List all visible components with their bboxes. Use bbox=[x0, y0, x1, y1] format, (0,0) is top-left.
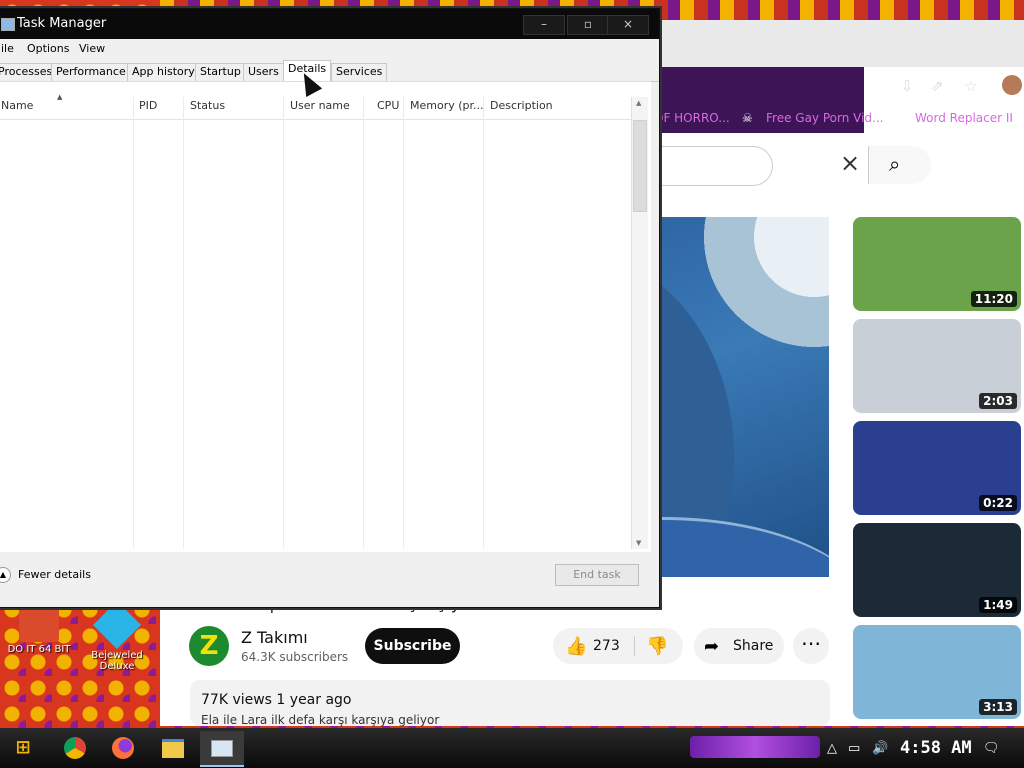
file-explorer-taskbar-icon[interactable] bbox=[156, 731, 190, 765]
process-list bbox=[0, 81, 651, 552]
video-duration: 3:13 bbox=[979, 699, 1017, 715]
recommended-video-thumbnail[interactable]: 0:22 bbox=[853, 421, 1021, 515]
search-button[interactable]: ⌕ bbox=[868, 146, 931, 184]
tab-performance[interactable]: Performance bbox=[51, 63, 131, 81]
description-text: Ela ile Lara ilk defa karşı karşıya geli… bbox=[201, 713, 440, 727]
subscribe-button[interactable]: Subscribe bbox=[365, 628, 460, 664]
like-count: 273 bbox=[593, 638, 620, 654]
network-icon[interactable]: ▭ bbox=[848, 741, 860, 756]
video-duration: 11:20 bbox=[970, 291, 1017, 307]
column-divider[interactable] bbox=[363, 97, 364, 549]
tab-processes[interactable]: Processes bbox=[0, 63, 58, 81]
channel-avatar[interactable]: Z bbox=[189, 626, 229, 666]
video-duration: 2:03 bbox=[979, 393, 1017, 409]
bookmark-icon: ☠ bbox=[742, 111, 753, 125]
tab-app-history[interactable]: App history bbox=[127, 63, 200, 81]
maximize-button[interactable]: ▫ bbox=[567, 15, 609, 35]
end-task-button[interactable]: End task bbox=[555, 564, 639, 586]
firefox-taskbar-icon[interactable] bbox=[106, 731, 140, 765]
bookmark-icon: WR bbox=[892, 113, 908, 123]
tab-services[interactable]: Services bbox=[331, 63, 388, 81]
divider bbox=[634, 636, 635, 656]
channel-subscriber-count: 64.3K subscribers bbox=[241, 650, 349, 664]
view-stats: 77K views 1 year ago bbox=[201, 692, 352, 708]
task-manager-icon bbox=[1, 18, 15, 31]
search-icon: ⌕ bbox=[889, 152, 901, 176]
bookmark-item[interactable]: Free Gay Porn Vid... bbox=[766, 111, 883, 125]
scroll-down-arrow-icon[interactable]: ▼ bbox=[636, 539, 641, 547]
column-header-cpu[interactable]: CPU bbox=[377, 99, 399, 112]
video-duration: 0:22 bbox=[979, 495, 1017, 511]
scrollbar-thumb[interactable] bbox=[633, 120, 647, 212]
tab-strip: Processes Performance App history Startu… bbox=[0, 59, 659, 82]
install-icon[interactable]: ⇩ bbox=[898, 77, 916, 95]
column-header-name[interactable]: Name bbox=[1, 99, 33, 112]
desktop-icon-label: Bejeweled Deluxe bbox=[91, 650, 143, 672]
column-header-username[interactable]: User name bbox=[290, 99, 350, 112]
window-title: Task Manager bbox=[17, 16, 107, 31]
recommended-video-thumbnail[interactable]: 11:20 bbox=[853, 217, 1021, 311]
menu-bar: ile Options View bbox=[0, 39, 659, 59]
bookmark-star-icon[interactable]: ☆ bbox=[962, 77, 980, 95]
column-header-pid[interactable]: PID bbox=[139, 99, 157, 112]
video-duration: 1:49 bbox=[979, 597, 1017, 613]
minimize-button[interactable]: – bbox=[523, 15, 565, 35]
taskbar-decoration bbox=[690, 736, 820, 758]
column-header-memory[interactable]: Memory (pr... bbox=[410, 99, 484, 112]
clear-icon[interactable]: × bbox=[840, 151, 864, 176]
close-button[interactable]: × bbox=[607, 15, 649, 35]
menu-options[interactable]: Options bbox=[27, 42, 69, 55]
desktop-icon-bejeweled-deluxe[interactable]: Bejeweled Deluxe bbox=[82, 600, 152, 672]
desktop-icon-label: DO IT 64 BIT bbox=[7, 644, 71, 655]
notifications-icon[interactable]: 🗨 bbox=[983, 741, 1000, 756]
scroll-up-arrow-icon[interactable]: ▲ bbox=[636, 99, 641, 107]
chrome-taskbar-icon[interactable] bbox=[58, 731, 92, 765]
app-icon bbox=[19, 604, 59, 642]
fewer-details-link[interactable]: Fewer details bbox=[18, 568, 91, 581]
column-header-row: ▲ Name PID Status User name CPU Memory (… bbox=[0, 93, 637, 120]
taskbar-clock[interactable]: 4:58 AM bbox=[900, 738, 972, 758]
column-divider[interactable] bbox=[133, 97, 134, 549]
sort-arrow-icon: ▲ bbox=[57, 93, 63, 101]
share-label: Share bbox=[733, 638, 774, 654]
task-manager-taskbar-icon[interactable] bbox=[200, 731, 244, 767]
column-header-status[interactable]: Status bbox=[190, 99, 225, 112]
desktop-icon-do-it-64-bit[interactable]: DO IT 64 BIT bbox=[4, 604, 74, 655]
tab-startup[interactable]: Startup bbox=[195, 63, 246, 81]
profile-avatar[interactable] bbox=[1002, 75, 1022, 95]
bookmark-item[interactable]: OF HORRO... bbox=[654, 111, 730, 125]
channel-name[interactable]: Z Takımı bbox=[241, 628, 308, 647]
gem-icon bbox=[92, 600, 142, 650]
column-divider[interactable] bbox=[183, 97, 184, 549]
task-manager-window: Task Manager – ▫ × ile Options View Proc… bbox=[0, 8, 660, 608]
column-divider[interactable] bbox=[483, 97, 484, 549]
thumbs-down-icon[interactable]: 👎 bbox=[646, 636, 668, 657]
share-icon: ➦ bbox=[704, 636, 720, 657]
recommended-video-thumbnail[interactable]: 3:13 bbox=[853, 625, 1021, 719]
bookmark-item[interactable]: Word Replacer II bbox=[915, 111, 1013, 125]
start-button[interactable]: ⊞ bbox=[6, 731, 40, 765]
column-divider[interactable] bbox=[283, 97, 284, 549]
taskbar bbox=[0, 728, 1024, 768]
tab-users[interactable]: Users bbox=[243, 63, 284, 81]
menu-view[interactable]: View bbox=[79, 42, 105, 55]
tray-expand-icon[interactable]: △ bbox=[827, 741, 837, 756]
more-actions-button[interactable]: ⋯ bbox=[793, 628, 829, 664]
column-header-description[interactable]: Description bbox=[490, 99, 553, 112]
column-divider[interactable] bbox=[403, 97, 404, 549]
menu-file[interactable]: ile bbox=[1, 42, 14, 55]
thumbs-up-icon[interactable]: 👍 bbox=[565, 636, 587, 657]
recommended-video-thumbnail[interactable]: 2:03 bbox=[853, 319, 1021, 413]
recommended-video-thumbnail[interactable]: 1:49 bbox=[853, 523, 1021, 617]
volume-icon[interactable]: 🔊 bbox=[872, 741, 888, 756]
share-page-icon[interactable]: ⇗ bbox=[928, 77, 946, 95]
